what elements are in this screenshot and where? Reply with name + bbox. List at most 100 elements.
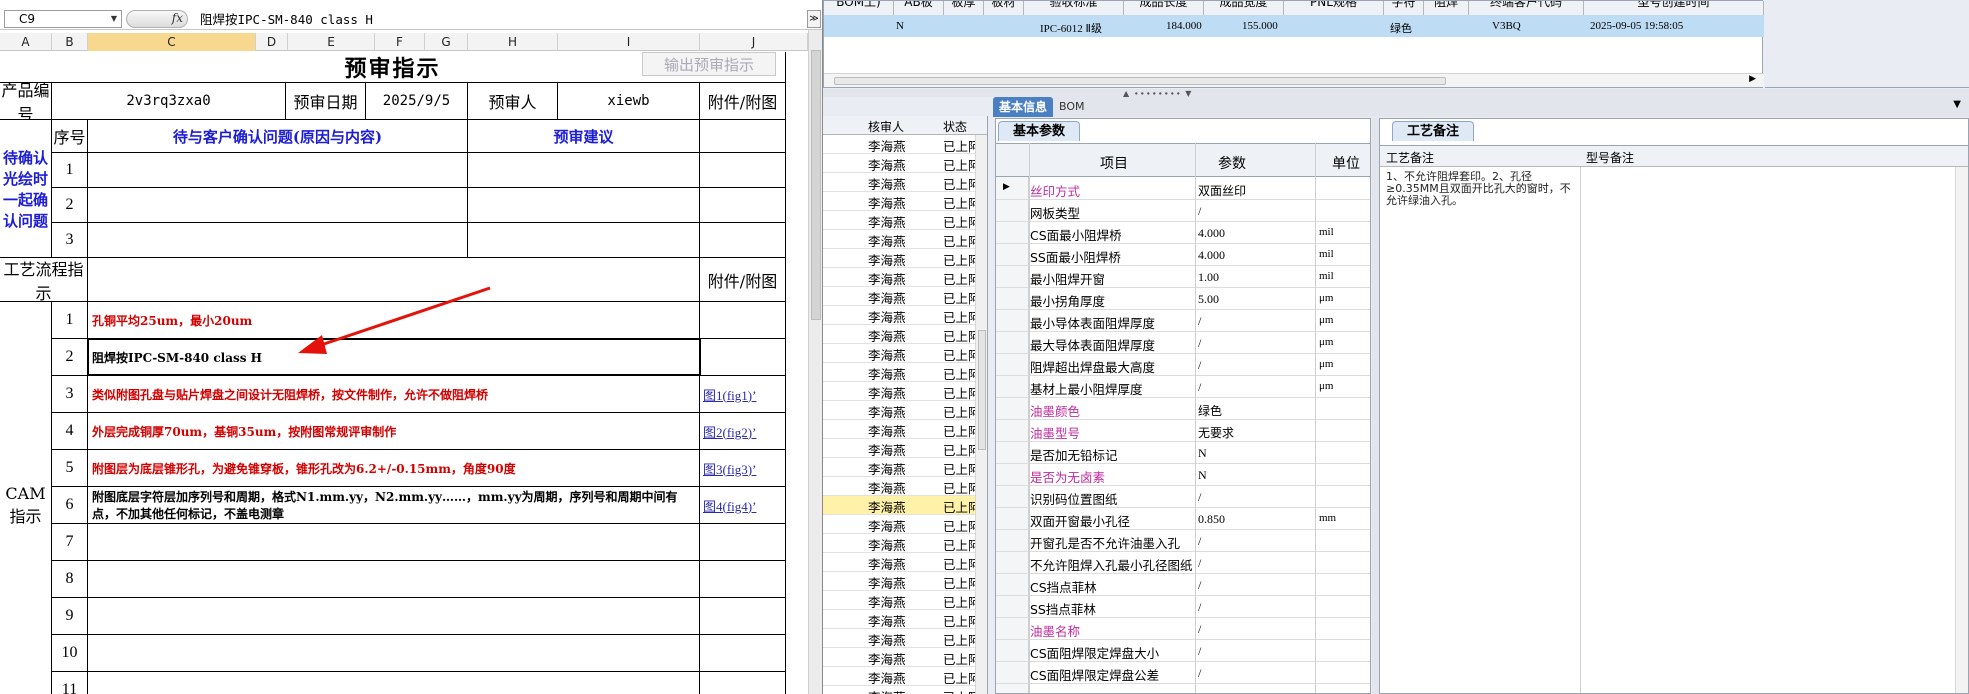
- cam-instruction-cell[interactable]: 附图底层字符层加序列号和周期，格式N1.mm.yy，N2.mm.yy……，mm.…: [88, 487, 700, 524]
- param-value[interactable]: /: [1198, 556, 1201, 571]
- confirm-issue-cell[interactable]: [88, 188, 468, 223]
- confirm-group-label[interactable]: 待确认光绘时一起确认问题: [0, 120, 52, 258]
- audit-list-item[interactable]: ‹李海燕已上阿: [823, 192, 981, 211]
- suggestion-header[interactable]: 预审建议: [468, 120, 700, 153]
- product-no-value[interactable]: 2v3rq3zxa0: [52, 83, 286, 120]
- cam-row-number[interactable]: 2: [52, 339, 88, 376]
- attachment-link[interactable]: 图1(fig1)’: [700, 376, 786, 413]
- param-value[interactable]: /: [1198, 644, 1201, 659]
- param-value[interactable]: N: [1198, 468, 1207, 483]
- attachment-label-2[interactable]: 附件/附图: [700, 258, 786, 302]
- param-value[interactable]: 1.00: [1198, 270, 1219, 285]
- process-flow-cell[interactable]: [88, 258, 700, 302]
- model-grid-column-header[interactable]: 型号创建时间: [1584, 1, 1764, 15]
- audit-list-item[interactable]: ‹李海燕已上阿: [823, 230, 981, 249]
- audit-list-item[interactable]: ‹李海燕已上阿: [823, 477, 981, 496]
- param-value[interactable]: /: [1198, 380, 1201, 395]
- scroll-right-icon[interactable]: ▶: [1749, 74, 1756, 84]
- suggestion-cell[interactable]: [468, 153, 700, 188]
- attachment-link[interactable]: 图3(fig3)’: [700, 450, 786, 487]
- param-value[interactable]: 绿色: [1198, 402, 1222, 419]
- attachment-cell[interactable]: [700, 223, 786, 258]
- attachment-cell[interactable]: [700, 635, 786, 672]
- model-grid-selected-row[interactable]: N IPC-6012 Ⅱ级 184.000 155.000 绿色 V3BQ 20…: [824, 15, 1764, 37]
- param-value[interactable]: /: [1198, 578, 1201, 593]
- cam-row-number[interactable]: 3: [52, 376, 88, 413]
- cam-instruction-cell[interactable]: 附图层为底层锥形孔，为避免锥穿板，锥形孔改为6.2+/-0.15mm，角度90度: [88, 450, 700, 487]
- vertical-scrollbar[interactable]: [1955, 167, 1968, 693]
- audit-list-item[interactable]: ‹李海燕已上阿: [823, 249, 981, 268]
- cam-instruction-cell[interactable]: [88, 561, 700, 598]
- audit-list-item[interactable]: ‹李海燕已上阿: [823, 496, 981, 515]
- confirm-row-number[interactable]: 3: [52, 223, 88, 258]
- audit-list-item[interactable]: ‹李海燕已上阿: [823, 268, 981, 287]
- attachment-link[interactable]: 图2(fig2)’: [700, 413, 786, 450]
- attachment-cell[interactable]: [700, 561, 786, 598]
- param-value[interactable]: /: [1198, 336, 1201, 351]
- reviewer-label[interactable]: 预审人: [468, 83, 558, 120]
- audit-list-item[interactable]: ‹李海燕已上阿: [823, 515, 981, 534]
- horizontal-splitter[interactable]: ▲ ∙∙∙∙∙∙∙∙ ▼: [823, 89, 1969, 98]
- param-value[interactable]: /: [1198, 314, 1201, 329]
- column-header-d[interactable]: D: [256, 33, 288, 51]
- confirm-issue-cell[interactable]: [88, 153, 468, 188]
- cam-label[interactable]: CAM指示: [0, 302, 52, 694]
- audit-list-item[interactable]: ‹李海燕已上阿: [823, 211, 981, 230]
- audit-list-item[interactable]: ‹李海燕已上阿: [823, 553, 981, 572]
- model-grid-column-header[interactable]: BOM工): [824, 1, 894, 15]
- attachment-cell[interactable]: [700, 302, 786, 339]
- audit-list-item[interactable]: ‹李海燕已上阿: [823, 648, 981, 667]
- column-header-g[interactable]: G: [425, 33, 468, 51]
- scrollbar-thumb[interactable]: [811, 50, 821, 320]
- param-value[interactable]: 4.000: [1198, 226, 1225, 241]
- fx-icon[interactable]: fx: [172, 11, 183, 25]
- vertical-scrollbar[interactable]: [975, 135, 987, 694]
- column-header-j[interactable]: J: [700, 33, 808, 51]
- cam-row-number[interactable]: 7: [52, 524, 88, 561]
- param-value[interactable]: /: [1198, 534, 1201, 549]
- audit-list-item[interactable]: ‹李海燕已上阿: [823, 629, 981, 648]
- name-box[interactable]: C9 ▼: [4, 9, 122, 28]
- vertical-scrollbar[interactable]: [808, 30, 822, 694]
- audit-list-item[interactable]: ‹李海燕已上阿: [823, 382, 981, 401]
- confirm-row-number[interactable]: 1: [52, 153, 88, 188]
- tab-process-remarks[interactable]: 工艺备注: [1392, 121, 1475, 141]
- tab-basic-params[interactable]: 基本参数: [998, 121, 1081, 141]
- suggestion-cell[interactable]: [468, 223, 700, 258]
- cam-row-number[interactable]: 10: [52, 635, 88, 672]
- audit-list-item[interactable]: ‹李海燕已上阿: [823, 420, 981, 439]
- attachment-cell[interactable]: [700, 120, 786, 153]
- audit-list-item[interactable]: ‹李海燕已上阿: [823, 306, 981, 325]
- param-value[interactable]: N: [1198, 446, 1207, 461]
- column-header-i[interactable]: I: [558, 33, 700, 51]
- cam-instruction-cell[interactable]: [88, 672, 700, 694]
- attachment-label[interactable]: 附件/附图: [700, 83, 786, 120]
- reviewer-column-header[interactable]: 核审人: [868, 118, 904, 135]
- chevron-down-icon[interactable]: ▼: [111, 14, 117, 23]
- status-column-header[interactable]: 状态: [943, 118, 967, 135]
- param-value[interactable]: 双面丝印: [1198, 182, 1246, 199]
- audit-list-item[interactable]: ‹李海燕已上阿: [823, 325, 981, 344]
- scrollbar-thumb[interactable]: [834, 77, 1446, 85]
- cam-instruction-cell[interactable]: [88, 524, 700, 561]
- cam-row-number[interactable]: 6: [52, 487, 88, 524]
- seq-label[interactable]: 序号: [52, 120, 88, 153]
- audit-list-item[interactable]: ‹李海燕已上阿: [823, 287, 981, 306]
- param-value[interactable]: /: [1198, 490, 1201, 505]
- param-value[interactable]: /: [1198, 666, 1201, 681]
- cam-instruction-cell[interactable]: [88, 635, 700, 672]
- column-header-c[interactable]: C: [88, 33, 256, 51]
- tab-basic-info[interactable]: 基本信息: [993, 97, 1054, 117]
- model-grid-column-header[interactable]: 验收标准: [1024, 1, 1124, 15]
- reviewer-value[interactable]: xiewb: [558, 83, 700, 120]
- model-grid-column-header[interactable]: PNL规格: [1284, 1, 1384, 15]
- column-header-h[interactable]: H: [468, 33, 558, 51]
- horizontal-scrollbar[interactable]: ▶: [824, 73, 1764, 87]
- audit-list-item[interactable]: ‹李海燕已上阿: [823, 173, 981, 192]
- cam-row-number[interactable]: 11: [52, 672, 88, 694]
- audit-list-item[interactable]: ‹李海燕已上阿: [823, 686, 981, 694]
- cam-instruction-cell[interactable]: 外层完成铜厚70um，基铜35um，按附图常规评审制作: [88, 413, 700, 450]
- audit-list-item[interactable]: ‹李海燕已上阿: [823, 591, 981, 610]
- attachment-cell[interactable]: [700, 672, 786, 694]
- param-value[interactable]: 4.000: [1198, 248, 1225, 263]
